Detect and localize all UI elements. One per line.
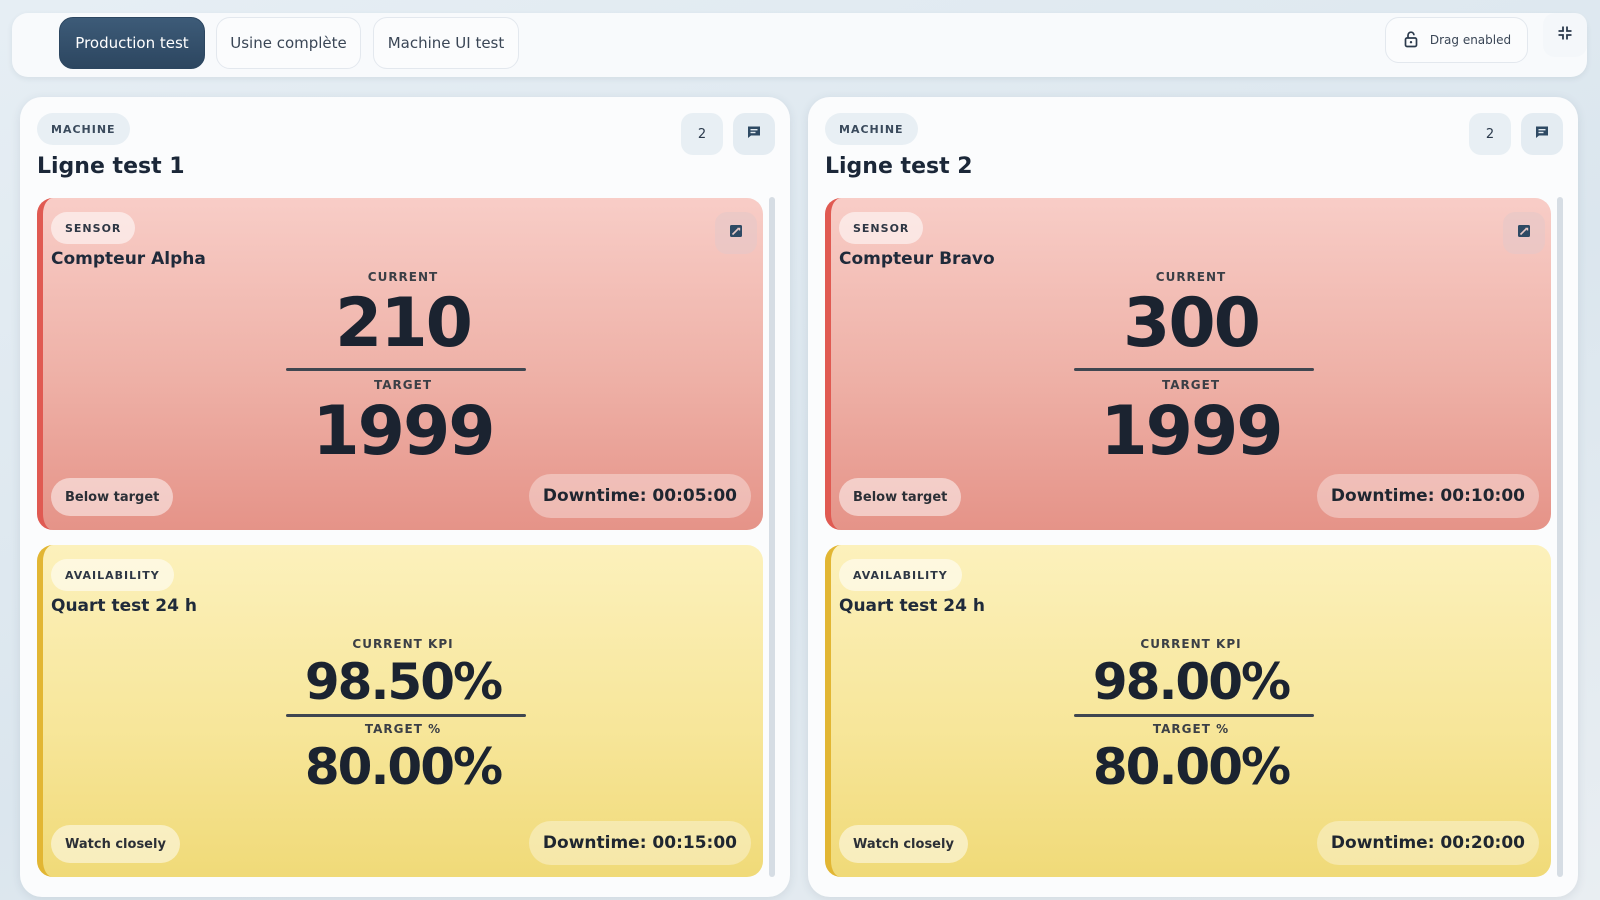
collapse-button[interactable] [1543,13,1587,57]
status-badge: Watch closely [51,825,180,863]
downtime-badge: Downtime: 00:05:00 [528,474,751,518]
current-kpi-label: CURRENT KPI [352,637,454,651]
machine-type-chip: MACHINE [37,113,130,145]
comments-button[interactable] [1521,113,1563,155]
availability-type-chip: AVAILABILITY [839,559,962,591]
comment-icon [1534,124,1550,144]
edit-image-icon [1516,223,1532,243]
target-metric: TARGET 1999 [43,378,763,472]
target-kpi-metric: TARGET % 80.00% [831,722,1551,798]
machine-title: Ligne test 1 [37,154,185,179]
availability-title: Quart test 24 h [839,596,985,616]
dashboard-tab-bar: Production test Usine complète Machine U… [12,13,1587,77]
target-value: 1999 [1100,392,1283,471]
machine-panel-1: MACHINE Ligne test 1 2 SENSOR Compteur A… [20,97,790,897]
machine-panel-2: MACHINE Ligne test 2 2 SENSOR Compteur B… [808,97,1578,897]
current-metric: CURRENT 300 [831,270,1551,364]
sensor-card: SENSOR Compteur Bravo CURRENT 300 TARGET… [825,198,1551,530]
target-kpi-value: 80.00% [304,738,503,796]
current-label: CURRENT [367,270,439,284]
target-metric: TARGET 1999 [831,378,1551,472]
machine-title: Ligne test 2 [825,154,973,179]
sensor-type-chip: SENSOR [839,212,924,244]
target-kpi-label: TARGET % [364,722,442,736]
target-label: TARGET [373,378,432,392]
availability-type-chip: AVAILABILITY [51,559,174,591]
edit-image-icon [728,223,744,243]
drag-toggle-button[interactable]: Drag enabled [1385,17,1528,63]
status-badge: Below target [839,478,962,516]
collapse-icon [1557,25,1573,45]
current-label: CURRENT [1155,270,1227,284]
item-count-button[interactable]: 2 [681,113,723,155]
tab-production-test[interactable]: Production test [59,17,205,69]
availability-title: Quart test 24 h [51,596,197,616]
metric-divider [1074,368,1314,371]
tab-machine-ui-test[interactable]: Machine UI test [373,17,519,69]
sensor-type-chip: SENSOR [51,212,136,244]
lock-open-icon [1402,30,1420,51]
target-kpi-label: TARGET % [1152,722,1230,736]
comments-button[interactable] [733,113,775,155]
current-metric: CURRENT 210 [43,270,763,364]
availability-card: AVAILABILITY Quart test 24 h CURRENT KPI… [825,545,1551,877]
panel-scrollbar[interactable] [1557,197,1563,877]
panel-scrollbar[interactable] [769,197,775,877]
sensor-card: SENSOR Compteur Alpha CURRENT 210 TARGET… [37,198,763,530]
current-value: 300 [1123,284,1261,363]
target-value: 1999 [312,392,495,471]
comment-icon [746,124,762,144]
current-kpi-value: 98.50% [304,653,503,711]
metric-divider [1074,714,1314,717]
target-label: TARGET [1161,378,1220,392]
downtime-badge: Downtime: 00:20:00 [1316,821,1539,865]
current-kpi-value: 98.00% [1092,653,1291,711]
downtime-badge: Downtime: 00:15:00 [528,821,751,865]
edit-button[interactable] [715,212,757,254]
metric-divider [286,368,526,371]
sensor-title: Compteur Bravo [839,249,995,269]
metric-divider [286,714,526,717]
availability-card: AVAILABILITY Quart test 24 h CURRENT KPI… [37,545,763,877]
downtime-badge: Downtime: 00:10:00 [1316,474,1539,518]
machine-type-chip: MACHINE [825,113,918,145]
sensor-title: Compteur Alpha [51,249,206,269]
current-kpi-metric: CURRENT KPI 98.50% [43,637,763,713]
edit-button[interactable] [1503,212,1545,254]
target-kpi-value: 80.00% [1092,738,1291,796]
current-kpi-label: CURRENT KPI [1140,637,1242,651]
current-kpi-metric: CURRENT KPI 98.00% [831,637,1551,713]
status-badge: Below target [51,478,174,516]
current-value: 210 [335,284,473,363]
tab-usine-complete[interactable]: Usine complète [216,17,361,69]
status-badge: Watch closely [839,825,968,863]
item-count-button[interactable]: 2 [1469,113,1511,155]
target-kpi-metric: TARGET % 80.00% [43,722,763,798]
drag-toggle-label: Drag enabled [1429,33,1512,47]
